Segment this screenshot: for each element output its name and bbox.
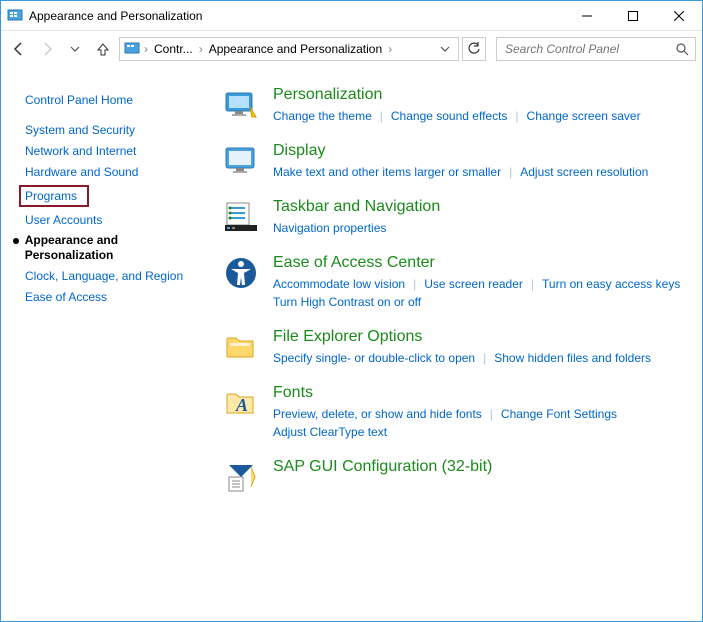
up-button[interactable] <box>91 37 115 61</box>
refresh-button[interactable] <box>462 37 486 61</box>
category-title[interactable]: Ease of Access Center <box>273 253 684 273</box>
category-links: Navigation properties <box>273 219 684 237</box>
programs-highlight: Programs <box>19 185 89 207</box>
link-screen-reader[interactable]: Use screen reader <box>424 277 523 291</box>
category-sap-gui: SAP GUI Configuration (32-bit) <box>221 457 684 497</box>
sidebar-item-user-accounts[interactable]: User Accounts <box>25 212 201 228</box>
link-navigation-props[interactable]: Navigation properties <box>273 221 386 235</box>
category-links: Preview, delete, or show and hide fonts|… <box>273 405 684 441</box>
category-title[interactable]: Personalization <box>273 85 684 105</box>
link-click-open[interactable]: Specify single- or double-click to open <box>273 351 475 365</box>
category-links: Specify single- or double-click to open|… <box>273 349 684 367</box>
sidebar: Control Panel Home System and Security N… <box>1 67 211 621</box>
maximize-button[interactable] <box>610 1 656 31</box>
minimize-button[interactable] <box>564 1 610 31</box>
control-panel-window: Appearance and Personalization <box>0 0 703 622</box>
category-links: Make text and other items larger or smal… <box>273 163 684 181</box>
link-high-contrast[interactable]: Turn High Contrast on or off <box>273 295 421 309</box>
link-text-size[interactable]: Make text and other items larger or smal… <box>273 165 501 179</box>
titlebar: Appearance and Personalization <box>1 1 702 31</box>
category-taskbar: Taskbar and Navigation Navigation proper… <box>221 197 684 237</box>
breadcrumb-root[interactable]: Contr... <box>152 42 195 56</box>
recent-dropdown[interactable] <box>63 37 87 61</box>
category-display: Display Make text and other items larger… <box>221 141 684 181</box>
category-title[interactable]: Taskbar and Navigation <box>273 197 684 217</box>
link-change-theme[interactable]: Change the theme <box>273 109 372 123</box>
body: Control Panel Home System and Security N… <box>1 67 702 621</box>
content-area: Personalization Change the theme|Change … <box>211 67 702 621</box>
link-hidden-files[interactable]: Show hidden files and folders <box>494 351 651 365</box>
sidebar-item-appearance[interactable]: Appearance and Personalization <box>13 233 201 263</box>
control-panel-small-icon <box>124 41 140 57</box>
forward-button[interactable] <box>35 37 59 61</box>
category-personalization: Personalization Change the theme|Change … <box>221 85 684 125</box>
category-fonts: A Fonts Preview, delete, or show and hid… <box>221 383 684 441</box>
breadcrumb[interactable]: › Contr... › Appearance and Personalizat… <box>119 37 459 61</box>
close-button[interactable] <box>656 1 702 31</box>
display-icon <box>221 141 261 181</box>
sidebar-home[interactable]: Control Panel Home <box>25 92 201 108</box>
taskbar-icon <box>221 197 261 237</box>
sidebar-item-network[interactable]: Network and Internet <box>25 143 201 159</box>
category-file-explorer: File Explorer Options Specify single- or… <box>221 327 684 367</box>
search-input[interactable] <box>503 41 689 57</box>
category-title[interactable]: SAP GUI Configuration (32-bit) <box>273 457 684 477</box>
ease-of-access-icon <box>221 253 261 293</box>
fonts-icon: A <box>221 383 261 423</box>
category-title[interactable]: File Explorer Options <box>273 327 684 347</box>
window-controls <box>564 1 702 31</box>
search-box[interactable] <box>496 37 696 61</box>
link-easy-access-keys[interactable]: Turn on easy access keys <box>542 277 680 291</box>
category-title[interactable]: Display <box>273 141 684 161</box>
category-title[interactable]: Fonts <box>273 383 684 403</box>
address-bar: › Contr... › Appearance and Personalizat… <box>1 31 702 67</box>
link-low-vision[interactable]: Accommodate low vision <box>273 277 405 291</box>
control-panel-icon <box>7 8 23 24</box>
sidebar-item-programs[interactable]: Programs <box>25 185 201 207</box>
link-preview-fonts[interactable]: Preview, delete, or show and hide fonts <box>273 407 482 421</box>
breadcrumb-sep-icon[interactable]: › <box>386 42 394 56</box>
category-ease-of-access: Ease of Access Center Accommodate low vi… <box>221 253 684 311</box>
current-bullet-icon <box>13 238 19 244</box>
link-cleartype[interactable]: Adjust ClearType text <box>273 425 387 439</box>
link-change-screensaver[interactable]: Change screen saver <box>527 109 641 123</box>
link-font-settings[interactable]: Change Font Settings <box>501 407 617 421</box>
sidebar-item-clock[interactable]: Clock, Language, and Region <box>25 268 201 284</box>
link-resolution[interactable]: Adjust screen resolution <box>520 165 648 179</box>
breadcrumb-sep-icon[interactable]: › <box>197 42 205 56</box>
folder-icon <box>221 327 261 367</box>
search-icon[interactable] <box>676 43 689 56</box>
category-links: Accommodate low vision|Use screen reader… <box>273 275 684 311</box>
category-links: Change the theme|Change sound effects|Ch… <box>273 107 684 125</box>
personalization-icon <box>221 85 261 125</box>
sap-icon <box>221 457 261 497</box>
sidebar-item-ease-of-access[interactable]: Ease of Access <box>25 289 201 305</box>
sidebar-item-hardware[interactable]: Hardware and Sound <box>25 164 201 180</box>
sidebar-current-label: Appearance and Personalization <box>25 233 201 263</box>
breadcrumb-dropdown-icon[interactable] <box>436 44 454 54</box>
link-change-sound[interactable]: Change sound effects <box>391 109 508 123</box>
svg-text:A: A <box>235 395 248 415</box>
sidebar-item-system-security[interactable]: System and Security <box>25 122 201 138</box>
back-button[interactable] <box>7 37 31 61</box>
window-title: Appearance and Personalization <box>29 9 564 23</box>
breadcrumb-current[interactable]: Appearance and Personalization <box>207 42 384 56</box>
breadcrumb-sep-icon[interactable]: › <box>142 42 150 56</box>
